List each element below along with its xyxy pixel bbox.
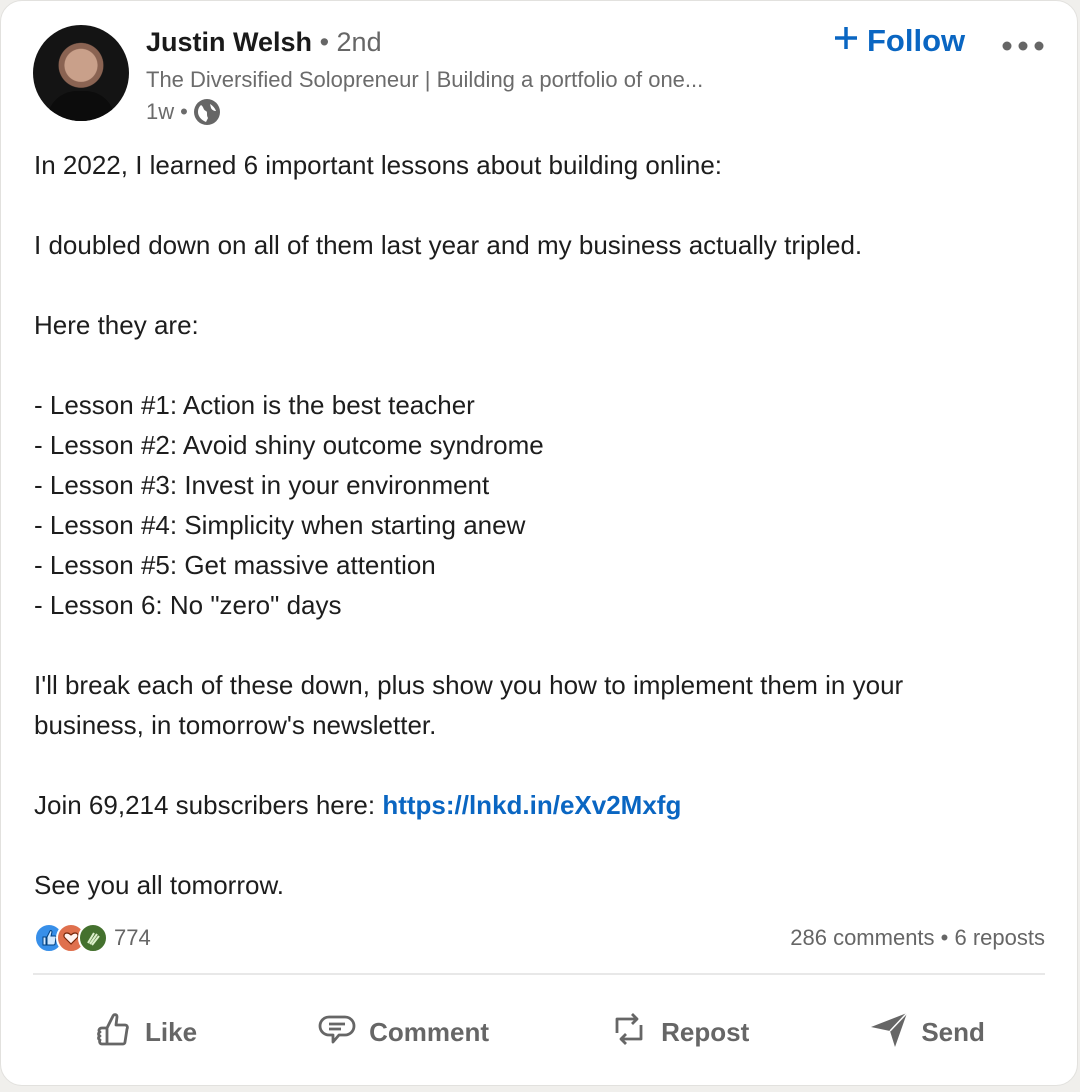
send-button[interactable]: Send [869,1009,985,1056]
author-headline: The Diversified Solopreneur | Building a… [146,67,704,92]
author-name[interactable]: Justin Welsh [146,27,312,57]
follow-button[interactable]: Follow [833,23,965,59]
join-line: Join 69,214 subscribers here: https://ln… [34,785,1034,825]
separator-dot: • [940,925,949,950]
author-avatar[interactable] [33,25,129,121]
action-bar: Like Comment Repost Send [33,997,1045,1067]
separator-dot: • [180,99,188,124]
lesson-item: - Lesson #5: Get massive attention [34,550,436,580]
engagement-stats: 286 comments • 6 reposts [790,925,1045,951]
lesson-item: - Lesson #3: Invest in your environment [34,470,490,500]
newsletter-link[interactable]: https://lnkd.in/eXv2Mxfg [382,790,681,820]
divider [33,973,1045,975]
post-paragraph: In 2022, I learned 6 important lessons a… [34,150,723,180]
author-name-row: Justin Welsh • 2nd [146,27,382,58]
post-meta: 1w • [146,99,220,125]
comment-button[interactable]: Comment [317,1009,489,1056]
like-label: Like [145,1016,198,1047]
connection-degree: 2nd [336,27,382,57]
celebrate-reaction-icon [78,923,108,953]
comment-label: Comment [369,1016,490,1047]
send-label: Send [921,1016,985,1047]
closing-line: business, in tomorrow's newsletter. [34,710,437,740]
post-body: In 2022, I learned 6 important lessons a… [34,145,1034,905]
plus-icon [833,23,859,59]
send-icon [869,1009,909,1056]
like-button[interactable]: Like [93,1009,197,1056]
comments-count[interactable]: 286 comments [790,925,934,950]
post-time: 1w [146,99,175,124]
lesson-item: - Lesson #1: Action is the best teacher [34,390,475,420]
closing-line: I'll break each of these down, plus show… [34,670,904,700]
thumbs-up-icon [93,1009,133,1056]
more-options-button[interactable] [1001,27,1045,59]
repost-icon [609,1009,649,1056]
repost-label: Repost [661,1016,750,1047]
signoff: See you all tomorrow. [34,870,285,900]
follow-label: Follow [867,23,966,58]
avatar-shirt [47,91,115,121]
post-paragraph: I doubled down on all of them last year … [34,230,863,260]
separator-dot: • [319,27,330,57]
reaction-count: 774 [114,925,151,950]
post-paragraph: Here they are: [34,310,199,340]
lesson-item: - Lesson #4: Simplicity when starting an… [34,510,526,540]
lesson-item: - Lesson 6: No "zero" days [34,590,342,620]
globe-icon [193,99,220,125]
lesson-item: - Lesson #2: Avoid shiny outcome syndrom… [34,430,544,460]
reactions-summary[interactable]: 774 [34,923,151,953]
ellipsis-icon [1001,27,1045,58]
join-text: Join 69,214 subscribers here: [34,790,383,820]
post-card: Justin Welsh • 2nd The Diversified Solop… [0,0,1078,1086]
comment-icon [317,1009,357,1056]
repost-button[interactable]: Repost [609,1009,749,1056]
reposts-count[interactable]: 6 reposts [955,925,1046,950]
